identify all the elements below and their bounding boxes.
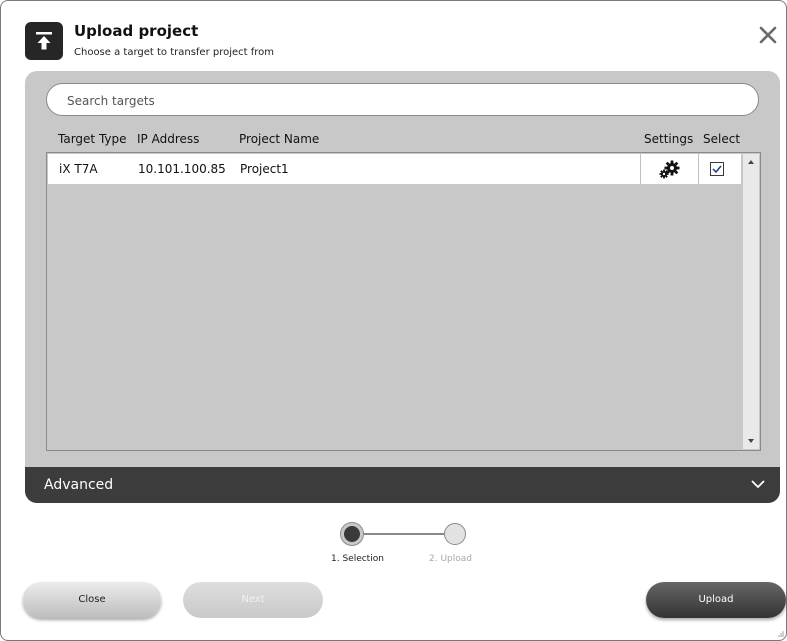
- upload-icon: [25, 22, 63, 60]
- step-connector: [351, 533, 455, 535]
- scroll-down-icon[interactable]: [748, 439, 754, 443]
- table-row[interactable]: iX T7A 10.101.100.85 Project1: [48, 154, 741, 184]
- ip-address-cell: 10.101.100.85: [138, 162, 226, 176]
- step-2-indicator: [444, 523, 466, 545]
- upload-project-dialog: Upload project Choose a target to transf…: [0, 0, 787, 641]
- close-button[interactable]: Close: [23, 582, 161, 618]
- search-input[interactable]: [65, 91, 749, 111]
- target-type-cell: iX T7A: [59, 162, 98, 176]
- targets-table: iX T7A 10.101.100.85 Project1: [46, 152, 761, 451]
- dialog-subtitle: Choose a target to transfer project from: [74, 47, 275, 58]
- scroll-up-icon[interactable]: [748, 160, 754, 164]
- advanced-section-toggle[interactable]: Advanced: [25, 467, 780, 503]
- step-2-label: 2. Upload: [429, 554, 472, 564]
- table-scrollbar[interactable]: [743, 154, 759, 449]
- settings-cell: [640, 154, 699, 184]
- advanced-label: Advanced: [44, 477, 114, 493]
- column-header-settings: Settings: [644, 132, 694, 146]
- dialog-title: Upload project: [74, 22, 199, 40]
- upload-button[interactable]: Upload: [646, 582, 786, 618]
- select-checkbox[interactable]: [710, 162, 724, 176]
- column-header-project-name: Project Name: [239, 132, 320, 146]
- close-icon[interactable]: [758, 25, 778, 45]
- project-name-cell: Project1: [240, 162, 289, 176]
- step-1-indicator: [341, 523, 363, 545]
- chevron-down-icon: [751, 480, 765, 489]
- resize-grip-icon[interactable]: [777, 630, 785, 638]
- column-header-ip-address: IP Address: [137, 132, 200, 146]
- search-box: [46, 83, 759, 116]
- column-header-target-type: Target Type: [58, 132, 127, 146]
- next-button[interactable]: Next: [183, 582, 323, 618]
- checkmark-icon: [712, 165, 722, 174]
- column-header-select: Select: [703, 132, 741, 146]
- step-1-label: 1. Selection: [331, 554, 384, 564]
- gears-icon[interactable]: [658, 159, 682, 179]
